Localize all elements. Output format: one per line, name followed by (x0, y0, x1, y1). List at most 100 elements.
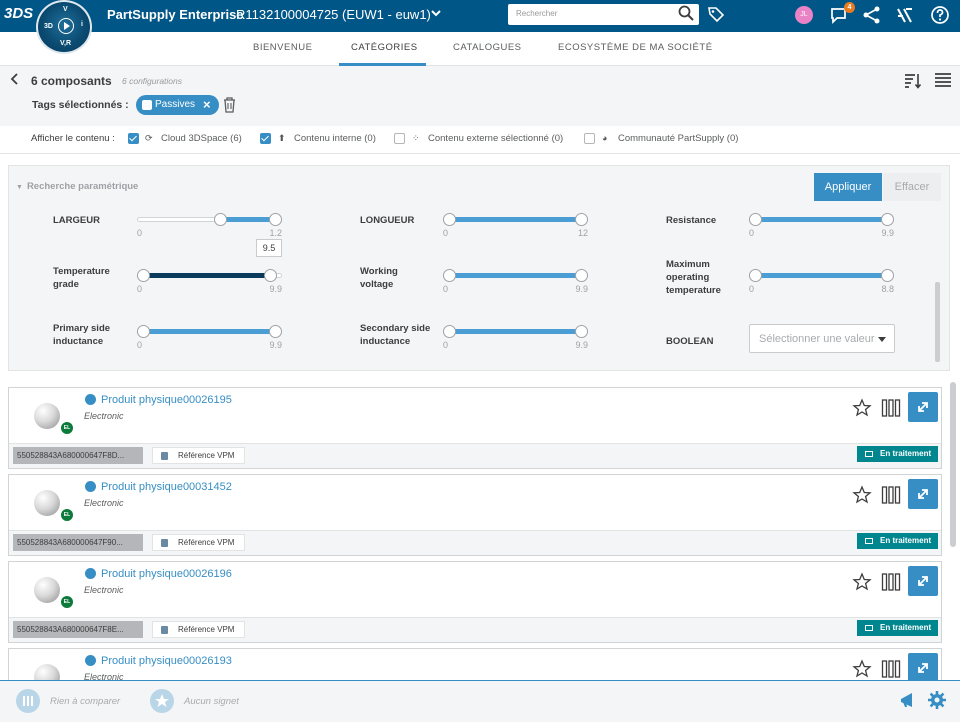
product-thumbnail[interactable]: EL (12, 391, 77, 443)
product-name-link[interactable]: Produit physique00026195 (101, 394, 232, 406)
range-slider[interactable]: 0 1.2 (137, 210, 282, 240)
close-icon[interactable]: × (203, 97, 211, 112)
range-slider[interactable]: 0 9.9 (443, 266, 588, 296)
tenant-selector[interactable]: R1132100004725 (EUW1 - euw1) (236, 7, 431, 22)
product-type: Electronic (84, 585, 124, 595)
apply-button[interactable]: Appliquer (814, 173, 882, 201)
range-slider[interactable]: 0 9.9 (749, 210, 894, 240)
compare-icon[interactable] (16, 689, 40, 713)
product-name-link[interactable]: Produit physique00026196 (101, 568, 232, 580)
range-slider[interactable]: 0 9.9 (443, 322, 588, 352)
slider-max-handle[interactable] (263, 269, 277, 282)
slider-max-handle[interactable] (881, 213, 894, 226)
list-view-icon[interactable] (934, 72, 952, 90)
slider-max-handle[interactable] (881, 269, 894, 282)
checkbox-partsupply-community[interactable] (584, 133, 595, 144)
compass-button[interactable]: 3D V i V,R (36, 0, 92, 54)
product-card[interactable]: EL Produit physique00026195 Electronic 5505… (8, 387, 942, 469)
slider-min-handle[interactable] (443, 213, 456, 226)
tab-ecosysteme[interactable]: Ecosystème de ma société (558, 42, 713, 53)
panel-scrollbar[interactable] (935, 282, 940, 362)
chevron-down-icon[interactable] (430, 7, 442, 22)
expand-icon[interactable] (908, 479, 938, 509)
expand-icon[interactable] (908, 566, 938, 596)
star-icon[interactable] (852, 572, 872, 592)
product-link-icon (85, 655, 96, 666)
compare-icon[interactable] (881, 659, 901, 679)
product-thumbnail[interactable]: EL (12, 478, 77, 530)
cube-icon (142, 100, 152, 110)
slider-min-label: 0 (137, 340, 143, 350)
settings-gear-icon[interactable] (927, 690, 947, 710)
parametric-search-title[interactable]: ▼ Recherche paramétrique (16, 181, 138, 192)
compare-icon[interactable] (881, 572, 901, 592)
slider-min-label: 0 (443, 340, 449, 350)
product-card[interactable]: EL Produit physique00026196 Electronic 5505… (8, 561, 942, 643)
search-icon[interactable] (678, 5, 694, 21)
avatar[interactable]: JL (795, 6, 813, 24)
results-scrollbar[interactable] (950, 382, 956, 547)
tab-categories[interactable]: Catégories (351, 42, 418, 53)
compare-icon[interactable] (881, 398, 901, 418)
clear-button[interactable]: Effacer (883, 173, 941, 201)
checkbox-cloud-3dspace[interactable] (128, 133, 139, 144)
announcement-icon[interactable] (898, 690, 918, 710)
range-slider[interactable]: 0 8.8 (749, 266, 894, 296)
sort-icon[interactable] (904, 72, 922, 90)
trash-icon[interactable] (223, 97, 236, 113)
expand-icon[interactable] (908, 392, 938, 422)
range-slider[interactable]: 0 9.9 (137, 322, 282, 352)
vpm-reference-tag[interactable]: Référence VPM (152, 621, 245, 638)
slider-min-handle[interactable] (749, 213, 762, 226)
share-icon[interactable] (862, 5, 882, 25)
range-slider[interactable]: 0 9.9 (137, 266, 282, 296)
product-type: Electronic (84, 498, 124, 508)
product-name-link[interactable]: Produit physique00031452 (101, 481, 232, 493)
slider-min-handle[interactable] (214, 213, 227, 226)
tab-bienvenue[interactable]: Bienvenue (253, 42, 312, 53)
vpm-reference-tag[interactable]: Référence VPM (152, 447, 245, 464)
electronic-badge: EL (61, 509, 73, 521)
app-title: PartSupply Enterprise (107, 7, 244, 22)
help-icon[interactable] (930, 5, 950, 25)
checkbox-internal-content[interactable] (260, 133, 271, 144)
expand-icon[interactable] (908, 653, 938, 683)
product-card-footer (9, 617, 941, 642)
apps-icon[interactable] (895, 5, 915, 25)
product-card[interactable]: EL Produit physique00031452 Electronic 5505… (8, 474, 942, 556)
slider-max-handle[interactable] (269, 213, 282, 226)
slider-range-fill (220, 217, 275, 222)
checkbox-external-content[interactable] (394, 133, 405, 144)
tag-icon[interactable] (707, 5, 725, 23)
slider-min-handle[interactable] (137, 269, 150, 282)
slider-max-handle[interactable] (269, 325, 282, 338)
product-link-icon (85, 394, 96, 405)
product-name-link[interactable]: Produit physique00026193 (101, 655, 232, 667)
slider-min-label: 0 (749, 284, 755, 294)
star-icon[interactable] (852, 485, 872, 505)
slider-min-handle[interactable] (443, 269, 456, 282)
slider-min-handle[interactable] (443, 325, 456, 338)
product-card[interactable]: Produit physique00026193 Electronic (8, 648, 942, 704)
slider-max-handle[interactable] (575, 269, 588, 282)
slider-min-handle[interactable] (749, 269, 762, 282)
brand-logo[interactable]: 3DS (4, 5, 33, 27)
compare-icon[interactable] (881, 485, 901, 505)
back-icon[interactable] (10, 73, 20, 88)
slider-max-handle[interactable] (575, 325, 588, 338)
bookmark-icon[interactable] (150, 689, 174, 713)
product-thumbnail[interactable]: EL (12, 565, 77, 617)
slider-max-handle[interactable] (575, 213, 588, 226)
tag-chip-passives[interactable]: Passives × (136, 95, 219, 115)
search-input[interactable]: Rechercher (508, 4, 699, 25)
slider-min-handle[interactable] (137, 325, 150, 338)
product-id: 550528843A680000647F8D... (13, 447, 143, 464)
boolean-select[interactable]: Sélectionner une valeur (749, 324, 895, 353)
range-slider[interactable]: 0 12 (443, 210, 588, 240)
star-icon[interactable] (852, 398, 872, 418)
star-icon[interactable] (852, 659, 872, 679)
vpm-reference-tag[interactable]: Référence VPM (152, 534, 245, 551)
param-label-secondary-inductance: Secondary side inductance (360, 323, 431, 347)
tab-catalogues[interactable]: Catalogues (453, 42, 522, 53)
filter-partsupply-community-label: Communauté PartSupply (0) (618, 133, 739, 144)
